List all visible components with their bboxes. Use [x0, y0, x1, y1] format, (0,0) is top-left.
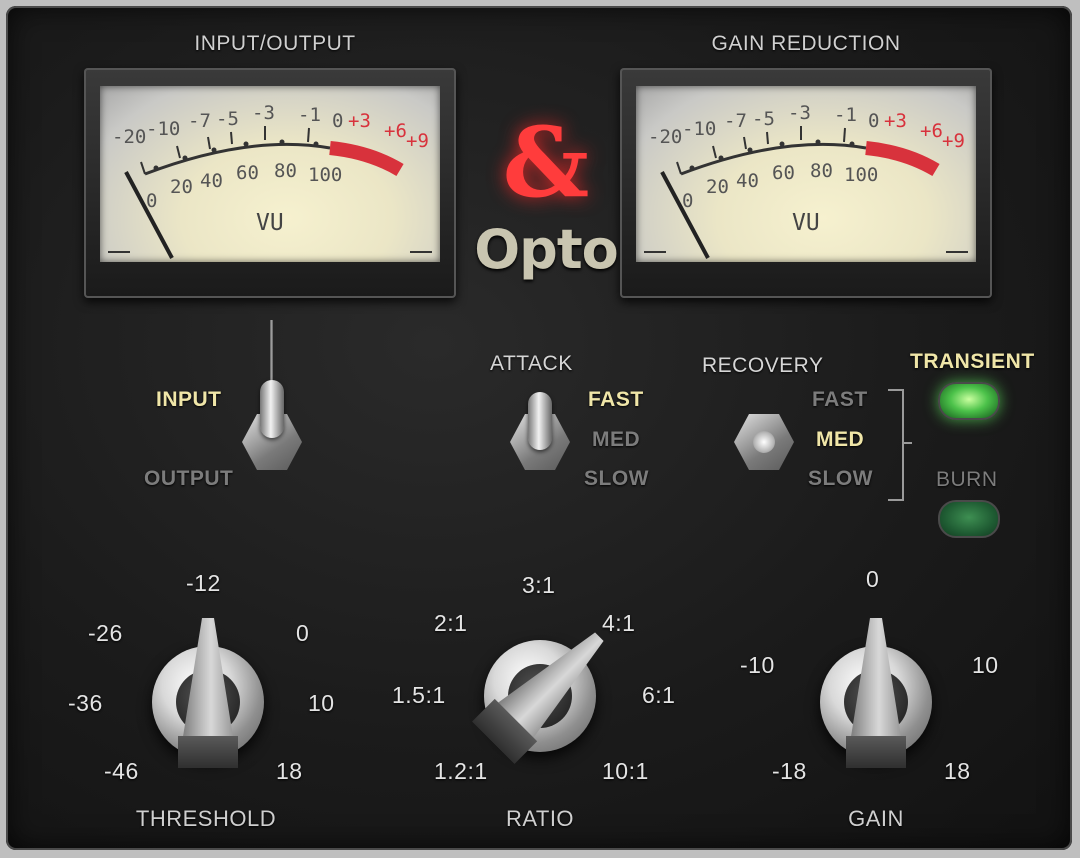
burn-label: BURN: [936, 468, 998, 491]
meter-scale-label: 0: [868, 110, 880, 132]
meter-scale-label-red: +6: [384, 120, 407, 142]
knob-pointer: [178, 618, 238, 788]
threshold-knob[interactable]: [152, 618, 264, 768]
recovery-option-slow[interactable]: SLOW: [808, 467, 873, 491]
threshold-scale-label: -12: [186, 570, 221, 596]
burn-led-button[interactable]: [938, 500, 1000, 538]
toggle-lever: [528, 392, 552, 450]
ratio-title: RATIO: [505, 806, 575, 831]
threshold-scale-label: -36: [68, 690, 103, 716]
attack-option-med[interactable]: MED: [592, 428, 640, 452]
meter-scale-label-red: +3: [884, 110, 907, 132]
meter-scale-label: -7: [724, 110, 747, 132]
gain-scale-label: 10: [972, 652, 999, 678]
meter-scale-label: 0: [146, 190, 158, 212]
opto-logo: Opto: [474, 218, 618, 281]
ratio-scale-label: 6:1: [642, 682, 676, 708]
recovery-option-med[interactable]: MED: [816, 428, 864, 452]
meter-scale-label: -10: [682, 118, 717, 140]
meter-scale-label: 60: [772, 162, 795, 184]
meter-scale-label-red: +9: [942, 130, 965, 152]
gain-scale-label: 0: [866, 566, 880, 592]
meter-scale-label: 20: [706, 176, 729, 198]
vu-unit-label: VU: [256, 210, 284, 236]
meter-scale-label-red: +3: [348, 110, 371, 132]
meter-scale-label: -5: [752, 108, 775, 130]
attack-title: ATTACK: [490, 352, 573, 375]
threshold-scale-label: 10: [308, 690, 335, 716]
threshold-scale-label: 0: [296, 620, 310, 646]
recovery-bracket: [888, 389, 904, 501]
meter-scale-label: -1: [834, 104, 857, 126]
meter-scale-label: 40: [200, 170, 223, 192]
ampersand-logo: &: [502, 106, 590, 219]
threshold-title: THRESHOLD: [135, 806, 277, 831]
gain-scale-label: -10: [740, 652, 775, 678]
gain-reduction-vu-meter: -20 -10 -7 -5 -3 -1 0 +3 +6 +9 0 20 40 6…: [620, 68, 992, 298]
meter-scale-label: -10: [146, 118, 181, 140]
ratio-knob[interactable]: [472, 640, 596, 764]
gain-reduction-meter-title: GAIN REDUCTION: [711, 32, 901, 55]
meter-scale-label: -20: [648, 126, 683, 148]
gain-title: GAIN: [848, 806, 904, 831]
ratio-scale-label: 2:1: [434, 610, 468, 636]
meter-switch-input-label: INPUT: [156, 388, 222, 411]
ratio-scale-label: 3:1: [522, 572, 556, 598]
opto-compressor-panel: INPUT/OUTPUT GAIN REDUCTION -20 -10 -7 -…: [6, 6, 1072, 850]
recovery-title: RECOVERY: [702, 354, 824, 377]
meter-scale-label: 80: [810, 160, 833, 182]
threshold-scale-label: -26: [88, 620, 123, 646]
transient-led-button[interactable]: [938, 382, 1000, 420]
gain-scale-label: -18: [772, 758, 807, 784]
vu-unit-label: VU: [792, 210, 820, 236]
meter-scale-label: 20: [170, 176, 193, 198]
meter-scale-label: 0: [682, 190, 694, 212]
meter-switch-output-label: OUTPUT: [144, 467, 234, 490]
meter-scale-label: 40: [736, 170, 759, 192]
vu-meter-face: -20 -10 -7 -5 -3 -1 0 +3 +6 +9 0 20 40 6…: [100, 86, 440, 262]
transient-label: TRANSIENT: [910, 350, 1035, 373]
gain-scale-label: 18: [944, 758, 971, 784]
attack-option-fast[interactable]: FAST: [588, 388, 644, 412]
meter-scale-label: 80: [274, 160, 297, 182]
meter-scale-label: -3: [252, 102, 275, 124]
meter-scale-label: -5: [216, 108, 239, 130]
knob-pointer: [846, 618, 906, 788]
meter-scale-label: 60: [236, 162, 259, 184]
toggle-center-button: [753, 431, 775, 453]
attack-option-slow[interactable]: SLOW: [584, 467, 649, 491]
knob-pointer-foot: [846, 736, 906, 768]
meter-scale-label: -3: [788, 102, 811, 124]
meter-scale-label: 100: [308, 164, 343, 186]
ratio-scale-label: 10:1: [602, 758, 649, 784]
meter-scale-label: -7: [188, 110, 211, 132]
input-output-vu-meter: -20 -10 -7 -5 -3 -1 0 +3 +6 +9 0 20 40 6…: [84, 68, 456, 298]
ratio-scale-label: 4:1: [602, 610, 636, 636]
ratio-scale-label: 1.2:1: [434, 758, 488, 784]
knob-pointer-foot: [178, 736, 238, 768]
meter-scale-label: -1: [298, 104, 321, 126]
vu-meter-face: -20 -10 -7 -5 -3 -1 0 +3 +6 +9 0 20 40 6…: [636, 86, 976, 262]
toggle-lever: [260, 380, 284, 438]
ratio-scale-label: 1.5:1: [392, 682, 446, 708]
recovery-bracket-tick: [902, 442, 912, 444]
meter-scale-label: -20: [112, 126, 147, 148]
meter-scale-label-red: +6: [920, 120, 943, 142]
meter-scale-label: 100: [844, 164, 879, 186]
threshold-scale-label: 18: [276, 758, 303, 784]
meter-scale-label: 0: [332, 110, 344, 132]
meter-scale-label-red: +9: [406, 130, 429, 152]
gain-knob[interactable]: [820, 618, 932, 768]
input-output-meter-title: INPUT/OUTPUT: [194, 32, 356, 55]
threshold-scale-label: -46: [104, 758, 139, 784]
recovery-option-fast[interactable]: FAST: [812, 388, 868, 412]
